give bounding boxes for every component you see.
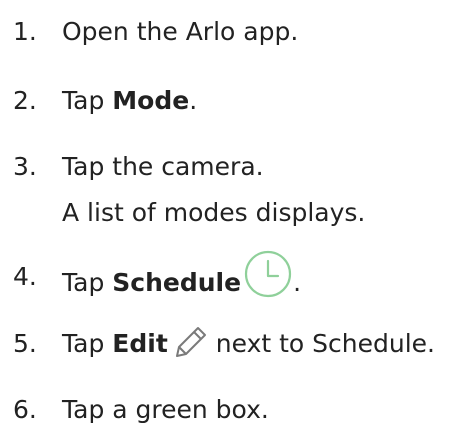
step-text: Open the Arlo app. [62,17,299,46]
edit-label: Edit [112,329,168,358]
schedule-label: Schedule [112,268,242,297]
step-text-pre: Tap [62,86,113,115]
step-subtext: A list of modes displays. [62,198,366,227]
step-number: 5. [13,329,37,358]
mode-label: Mode [112,86,190,115]
instruction-list: 1. Open the Arlo app. 2. Tap Mode. 3. Ta… [0,0,463,429]
pencil-icon [174,325,208,359]
step-number: 3. [13,152,37,181]
step-number: 6. [13,395,37,424]
step-text: Tap Mode. [62,83,197,119]
step-number: 1. [13,17,37,46]
step-text-post: . [189,86,198,115]
step-text-pre: Tap [62,329,113,358]
step-text: Tap the camera. [62,152,264,181]
step-number: 4. [13,262,37,291]
step-text: Tap a green box. [62,395,269,424]
step-text: Tap Schedule. [62,250,302,309]
clock-icon [243,249,293,299]
step-text-post: . [293,268,302,297]
step-text-pre: Tap [62,268,113,297]
step-text-post: next to Schedule. [215,329,435,358]
step-text: Tap Edit next to Schedule. [62,326,435,362]
step-number: 2. [13,86,37,115]
